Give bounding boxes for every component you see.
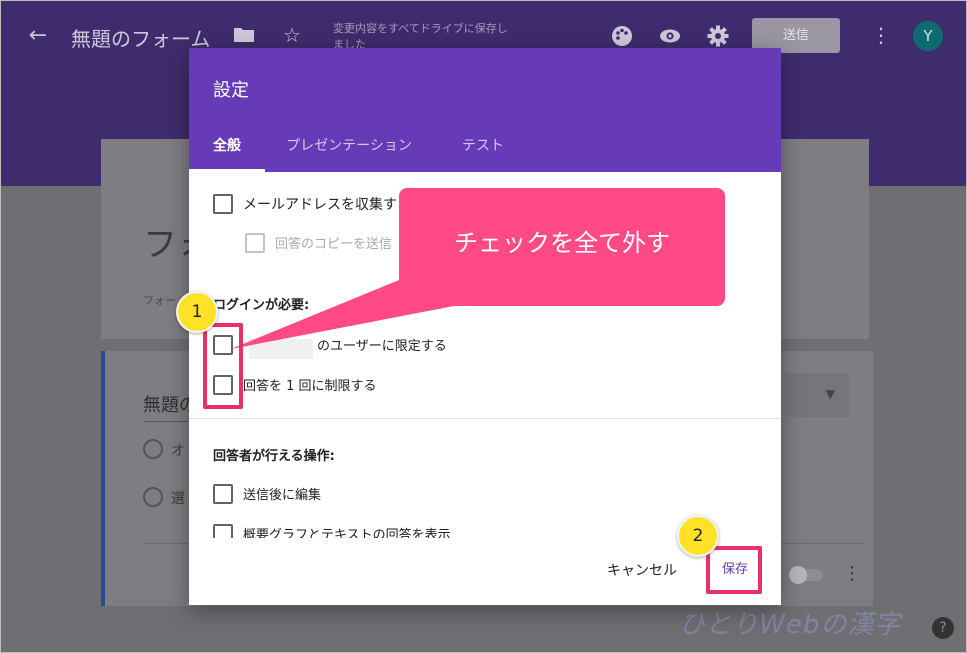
step-badge-1: 1 [176, 291, 218, 333]
step-badge-2: 2 [677, 515, 719, 557]
checkbox-highlight [203, 323, 243, 409]
callout-text: チェックを全て外す [454, 229, 670, 257]
screenshot-frame: ← 無題のフォーム ☆ 変更内容をすべてドライブに保存しました 送信 ⋮ Y フ… [0, 0, 967, 653]
save-highlight [706, 546, 762, 594]
callout-pointer [231, 271, 521, 349]
